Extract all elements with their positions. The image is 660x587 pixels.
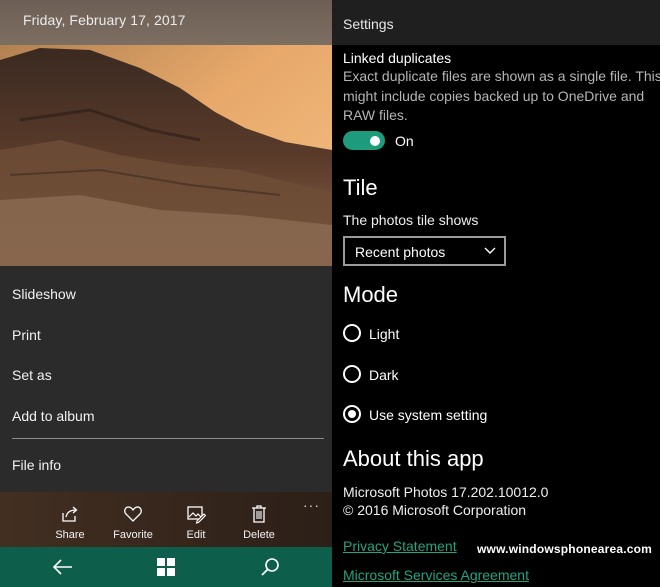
heart-icon xyxy=(124,506,142,522)
mode-radio-light[interactable] xyxy=(343,324,361,342)
search-icon[interactable] xyxy=(260,557,280,577)
watermark: www.windowsphonearea.com xyxy=(477,542,653,556)
edit-button[interactable]: Edit xyxy=(166,492,226,547)
menu-item-add-to-album[interactable]: Add to album xyxy=(12,408,95,424)
menu-item-slideshow[interactable]: Slideshow xyxy=(12,286,76,302)
toggle-state-label: On xyxy=(395,133,414,149)
tile-label: The photos tile shows xyxy=(343,212,479,228)
toggle-knob xyxy=(370,135,380,146)
menu-divider xyxy=(12,438,324,439)
chevron-down-icon xyxy=(484,247,496,254)
linked-duplicates-description-line-3: RAW files. xyxy=(343,107,408,123)
share-button[interactable]: Share xyxy=(40,492,100,547)
back-arrow-icon[interactable] xyxy=(52,558,74,576)
tile-dropdown-value: Recent photos xyxy=(355,244,446,260)
mode-radio-light-label[interactable]: Light xyxy=(369,326,399,342)
photo-context-menu: Slideshow Print Set as Add to album File… xyxy=(0,266,332,492)
settings-header: Settings xyxy=(332,0,660,45)
linked-duplicates-toggle[interactable] xyxy=(343,131,385,150)
about-heading: About this app xyxy=(343,446,484,471)
app-version: Microsoft Photos 17.202.10012.0 xyxy=(343,484,549,500)
photo-viewer-pane: Friday, February 17, 2017 Slideshow Prin… xyxy=(0,0,332,587)
delete-button[interactable]: Delete xyxy=(229,492,289,547)
settings-title: Settings xyxy=(343,16,394,32)
share-icon xyxy=(62,506,78,522)
edit-image-icon xyxy=(187,506,206,524)
favorite-label: Favorite xyxy=(113,529,153,541)
windows-logo-icon[interactable] xyxy=(157,558,175,576)
menu-item-print[interactable]: Print xyxy=(12,327,41,343)
settings-pane: Settings Linked duplicates Exact duplica… xyxy=(332,0,660,587)
menu-item-set-as[interactable]: Set as xyxy=(12,367,52,383)
linked-duplicates-label: Linked duplicates xyxy=(343,50,452,66)
more-options-icon[interactable]: ··· xyxy=(303,497,320,513)
mode-heading: Mode xyxy=(343,282,399,307)
menu-item-file-info[interactable]: File info xyxy=(12,457,61,473)
mode-radio-system-label[interactable]: Use system setting xyxy=(369,407,487,423)
favorite-button[interactable]: Favorite xyxy=(103,492,163,547)
mode-radio-dark[interactable] xyxy=(343,365,361,383)
system-nav-bar xyxy=(0,547,332,587)
edit-label: Edit xyxy=(186,529,206,541)
photo-date: Friday, February 17, 2017 xyxy=(23,12,186,28)
photo-image[interactable] xyxy=(0,0,332,266)
share-label: Share xyxy=(55,529,85,541)
trash-icon xyxy=(252,505,266,523)
mode-radio-system[interactable] xyxy=(343,405,361,423)
tile-heading: Tile xyxy=(343,175,378,200)
mode-radio-dark-label[interactable]: Dark xyxy=(369,367,399,383)
services-agreement-link[interactable]: Microsoft Services Agreement xyxy=(343,567,529,583)
delete-label: Delete xyxy=(243,529,275,541)
privacy-statement-link[interactable]: Privacy Statement xyxy=(343,538,457,554)
linked-duplicates-description-line-2: might include copies backed up to OneDri… xyxy=(343,87,645,104)
radio-selected-dot xyxy=(348,410,356,418)
tile-dropdown[interactable]: Recent photos xyxy=(343,236,506,266)
linked-duplicates-description-line-1: Exact duplicate files are shown as a sin… xyxy=(343,68,660,84)
photo-action-bar: Share Favorite Edit Delete ··· xyxy=(0,492,332,547)
copyright: © 2016 Microsoft Corporation xyxy=(343,502,527,518)
